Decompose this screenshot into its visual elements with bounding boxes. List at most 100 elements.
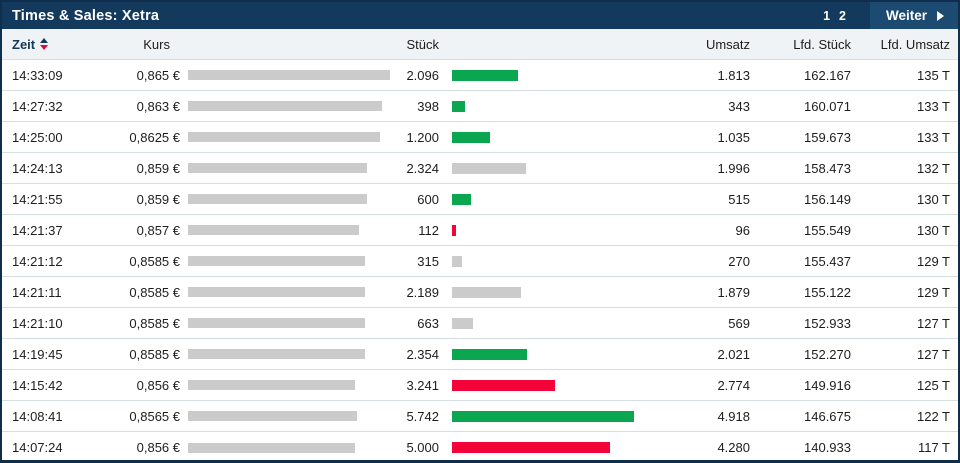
column-header-lfd-umsatz: Lfd. Umsatz <box>851 37 950 52</box>
stueck-bar <box>452 349 527 360</box>
next-page-label: Weiter <box>886 8 927 23</box>
cell-umsatz: 4.280 <box>648 440 750 455</box>
cell-kurs: 0,859 € <box>102 161 180 176</box>
cell-lfd-umsatz: 117 T <box>851 440 950 455</box>
cell-kurs-bar <box>180 101 398 111</box>
cell-stueck-bar <box>439 380 648 391</box>
table-row: 14:19:45 0,8585 € 2.354 2.021 152.270 12… <box>2 339 958 370</box>
cell-lfd-stueck: 158.473 <box>750 161 851 176</box>
cell-kurs: 0,8585 € <box>102 316 180 331</box>
cell-umsatz: 96 <box>648 223 750 238</box>
cell-lfd-stueck: 159.673 <box>750 130 851 145</box>
cell-stueck: 1.200 <box>398 130 439 145</box>
kurs-bar <box>188 101 382 111</box>
column-header-kurs: Kurs <box>102 37 180 52</box>
cell-lfd-umsatz: 129 T <box>851 254 950 269</box>
cell-stueck-bar <box>439 256 648 267</box>
cell-stueck-bar <box>439 70 648 81</box>
cell-lfd-stueck: 152.933 <box>750 316 851 331</box>
cell-lfd-umsatz: 130 T <box>851 192 950 207</box>
cell-lfd-umsatz: 125 T <box>851 378 950 393</box>
cell-kurs-bar <box>180 380 398 390</box>
cell-stueck-bar <box>439 411 648 422</box>
kurs-bar <box>188 443 355 453</box>
cell-kurs-bar <box>180 349 398 359</box>
pager-page-1[interactable]: 1 <box>823 9 830 23</box>
cell-stueck-bar <box>439 101 648 112</box>
cell-lfd-umsatz: 129 T <box>851 285 950 300</box>
stueck-bar <box>452 256 462 267</box>
stueck-bar <box>452 163 526 174</box>
column-header-zeit[interactable]: Zeit <box>12 37 102 52</box>
cell-kurs: 0,863 € <box>102 99 180 114</box>
pager: 1 2 Weiter <box>823 2 958 29</box>
times-sales-widget: Times & Sales: Xetra 1 2 Weiter Zeit Kur… <box>0 0 960 463</box>
cell-lfd-umsatz: 122 T <box>851 409 950 424</box>
cell-zeit: 14:21:11 <box>12 285 102 300</box>
arrow-right-icon <box>937 11 944 21</box>
stueck-bar <box>452 442 610 453</box>
column-header-umsatz: Umsatz <box>648 37 750 52</box>
cell-umsatz: 2.021 <box>648 347 750 362</box>
cell-umsatz: 1.879 <box>648 285 750 300</box>
cell-kurs: 0,856 € <box>102 378 180 393</box>
table-row: 14:27:32 0,863 € 398 343 160.071 133 T <box>2 91 958 122</box>
cell-umsatz: 343 <box>648 99 750 114</box>
pager-page-2[interactable]: 2 <box>839 9 846 23</box>
sort-up-arrow-icon <box>40 38 48 43</box>
cell-kurs-bar <box>180 70 398 80</box>
cell-stueck-bar <box>439 225 648 236</box>
table-row: 14:21:12 0,8585 € 315 270 155.437 129 T <box>2 246 958 277</box>
column-header-stueck: Stück <box>398 37 439 52</box>
cell-kurs-bar <box>180 225 398 235</box>
table-row: 14:24:13 0,859 € 2.324 1.996 158.473 132… <box>2 153 958 184</box>
next-page-button[interactable]: Weiter <box>870 2 958 29</box>
kurs-bar <box>188 70 390 80</box>
cell-stueck-bar <box>439 287 648 298</box>
cell-stueck-bar <box>439 442 648 453</box>
cell-lfd-stueck: 140.933 <box>750 440 851 455</box>
cell-lfd-stueck: 149.916 <box>750 378 851 393</box>
cell-stueck: 5.000 <box>398 440 439 455</box>
cell-kurs-bar <box>180 163 398 173</box>
cell-stueck: 663 <box>398 316 439 331</box>
cell-umsatz: 1.813 <box>648 68 750 83</box>
cell-stueck-bar <box>439 349 648 360</box>
kurs-bar <box>188 256 365 266</box>
stueck-bar <box>452 194 471 205</box>
cell-umsatz: 515 <box>648 192 750 207</box>
cell-stueck: 3.241 <box>398 378 439 393</box>
cell-umsatz: 569 <box>648 316 750 331</box>
kurs-bar <box>188 349 365 359</box>
cell-zeit: 14:21:37 <box>12 223 102 238</box>
column-header-zeit-label: Zeit <box>12 37 35 52</box>
table-row: 14:08:41 0,8565 € 5.742 4.918 146.675 12… <box>2 401 958 432</box>
cell-umsatz: 2.774 <box>648 378 750 393</box>
cell-lfd-stueck: 156.149 <box>750 192 851 207</box>
stueck-bar <box>452 411 634 422</box>
kurs-bar <box>188 318 365 328</box>
column-header-lfd-stueck: Lfd. Stück <box>750 37 851 52</box>
table-row: 14:21:10 0,8585 € 663 569 152.933 127 T <box>2 308 958 339</box>
cell-zeit: 14:19:45 <box>12 347 102 362</box>
table-row: 14:33:09 0,865 € 2.096 1.813 162.167 135… <box>2 60 958 91</box>
cell-umsatz: 1.996 <box>648 161 750 176</box>
cell-zeit: 14:21:10 <box>12 316 102 331</box>
cell-lfd-stueck: 146.675 <box>750 409 851 424</box>
cell-zeit: 14:08:41 <box>12 409 102 424</box>
cell-kurs: 0,857 € <box>102 223 180 238</box>
cell-lfd-stueck: 155.549 <box>750 223 851 238</box>
cell-umsatz: 1.035 <box>648 130 750 145</box>
pager-pages: 1 2 <box>823 9 846 23</box>
cell-kurs: 0,859 € <box>102 192 180 207</box>
cell-lfd-stueck: 155.437 <box>750 254 851 269</box>
cell-kurs-bar <box>180 411 398 421</box>
cell-zeit: 14:15:42 <box>12 378 102 393</box>
cell-lfd-stueck: 162.167 <box>750 68 851 83</box>
stueck-bar <box>452 318 473 329</box>
cell-lfd-umsatz: 133 T <box>851 99 950 114</box>
cell-zeit: 14:07:24 <box>12 440 102 455</box>
cell-kurs: 0,8585 € <box>102 347 180 362</box>
cell-umsatz: 4.918 <box>648 409 750 424</box>
cell-zeit: 14:21:55 <box>12 192 102 207</box>
